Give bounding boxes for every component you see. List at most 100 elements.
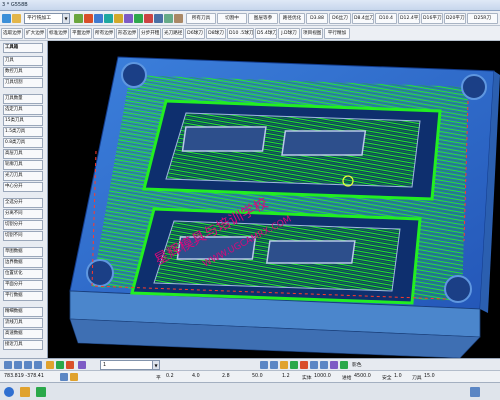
layer-icon[interactable] bbox=[94, 14, 103, 23]
stop-icon[interactable] bbox=[144, 14, 153, 23]
toolbox-item[interactable]: 草图数据 bbox=[3, 247, 43, 257]
boundary-button-1[interactable]: 选取边界 bbox=[1, 28, 23, 39]
tool-button-6[interactable]: D6丝刀 bbox=[329, 13, 351, 24]
front-view-icon[interactable] bbox=[4, 361, 12, 369]
param-value[interactable]: 4500.0 bbox=[354, 374, 371, 379]
simulate-icon[interactable] bbox=[340, 361, 348, 369]
tool-view-icon[interactable] bbox=[310, 361, 318, 369]
boundary-button-4[interactable]: 平面边界 bbox=[70, 28, 92, 39]
zoom-out-icon[interactable] bbox=[66, 361, 74, 369]
toolbox-item[interactable]: 全选分开 bbox=[3, 198, 43, 208]
toolbox-item[interactable]: 刀具 bbox=[3, 56, 43, 66]
shade-icon[interactable] bbox=[260, 361, 268, 369]
param-value[interactable]: 0.2 bbox=[166, 374, 174, 379]
fit-view-icon[interactable] bbox=[46, 361, 54, 369]
boundary-button-6[interactable]: 形态边界 bbox=[116, 28, 138, 39]
tool-button-2[interactable]: 切割中 bbox=[217, 13, 247, 24]
toolbox-item[interactable]: 高速数据 bbox=[3, 329, 43, 339]
boundary-button-2[interactable]: 扩大边界 bbox=[24, 28, 46, 39]
param-value[interactable]: 1.0 bbox=[394, 374, 402, 379]
view-icon[interactable] bbox=[164, 14, 173, 23]
side-view-icon[interactable] bbox=[24, 361, 32, 369]
project-view-button[interactable]: 项目视图 bbox=[301, 28, 323, 39]
toolbox-item[interactable]: 边界数据 bbox=[3, 258, 43, 268]
toolbox-item[interactable]: 分离不同 bbox=[3, 209, 43, 219]
toolbox-item[interactable]: 精细数据 bbox=[3, 307, 43, 317]
tray-icon[interactable] bbox=[470, 387, 480, 397]
toolbox-item[interactable]: 15类刀具 bbox=[3, 116, 43, 126]
rotate-icon[interactable] bbox=[104, 14, 113, 23]
tool-button-1[interactable]: 所有刀具 bbox=[186, 13, 216, 24]
ball-tool-button-5[interactable]: J.D球刀 bbox=[278, 28, 300, 39]
record-icon[interactable] bbox=[300, 361, 308, 369]
toolbox-item[interactable]: 光刀刀具 bbox=[3, 171, 43, 181]
param-value[interactable]: 4.0 bbox=[192, 374, 200, 379]
tool-button-11[interactable]: D20平刀 bbox=[444, 13, 466, 24]
wireframe-icon[interactable] bbox=[270, 361, 278, 369]
view-combo[interactable]: 1 ▼ bbox=[100, 360, 160, 370]
path-view-icon[interactable] bbox=[330, 361, 338, 369]
tool-button-10[interactable]: D16平刀 bbox=[421, 13, 443, 24]
parallel-finish-button[interactable]: 平行精加 bbox=[324, 28, 350, 39]
toolbox-item[interactable]: 1.5类刀具 bbox=[3, 127, 43, 137]
toolbox-item[interactable]: 切割分开 bbox=[3, 220, 43, 230]
folder-icon[interactable] bbox=[20, 387, 30, 397]
layer-combo[interactable]: 平行铣加工 ▼ bbox=[24, 13, 70, 24]
toolbox-item[interactable]: 位置优化 bbox=[3, 269, 43, 279]
boundary-button-3[interactable]: 标准边界 bbox=[47, 28, 69, 39]
toolbox-item[interactable]: 刀具切割 bbox=[3, 78, 43, 88]
zoom-icon[interactable] bbox=[124, 14, 133, 23]
param-value[interactable]: 15.0 bbox=[424, 374, 435, 379]
boundary-button-5[interactable]: 所有边界 bbox=[93, 28, 115, 39]
zoom-in-icon[interactable] bbox=[56, 361, 64, 369]
light-icon[interactable] bbox=[280, 361, 288, 369]
tool-button-5[interactable]: D3.88 bbox=[306, 13, 328, 24]
toolbox-item[interactable]: 流线刀具 bbox=[3, 318, 43, 328]
select-icon[interactable] bbox=[74, 14, 83, 23]
grid-icon[interactable] bbox=[70, 373, 78, 381]
start-icon[interactable] bbox=[4, 387, 14, 397]
param-value[interactable]: 50.0 bbox=[252, 374, 263, 379]
tool-button-9[interactable]: D12.4平刀 bbox=[398, 13, 420, 24]
tool-button-4[interactable]: 路径优化 bbox=[279, 13, 305, 24]
ball-tool-button-2[interactable]: D8球刀 bbox=[206, 28, 226, 39]
tool-button-7[interactable]: D8.4丝刀 bbox=[352, 13, 374, 24]
settings-icon[interactable] bbox=[154, 14, 163, 23]
boundary-button-8[interactable]: 光刀路径 bbox=[162, 28, 184, 39]
new-file-icon[interactable] bbox=[2, 14, 11, 23]
toolbox-item[interactable]: 高层刀具 bbox=[3, 149, 43, 159]
toolbox-item[interactable]: 接近刀具 bbox=[3, 340, 43, 350]
snap-icon[interactable] bbox=[60, 373, 68, 381]
tool-button-3[interactable]: 图层等参 bbox=[248, 13, 278, 24]
param-value[interactable]: 1.2 bbox=[282, 374, 290, 379]
app-icon[interactable] bbox=[36, 387, 46, 397]
toolbox-item[interactable]: 轮廓刀具 bbox=[3, 160, 43, 170]
ball-tool-button-3[interactable]: D10 .5球刀 bbox=[227, 28, 254, 39]
verify-icon[interactable] bbox=[134, 14, 143, 23]
section-icon[interactable] bbox=[290, 361, 298, 369]
toolbox-item[interactable]: 中心分开 bbox=[3, 182, 43, 192]
toolbox-item[interactable]: 平行数据 bbox=[3, 291, 43, 301]
tool-button-12[interactable]: D25R刀 bbox=[467, 13, 498, 24]
tool-button-8[interactable]: D10.4 bbox=[375, 13, 397, 24]
export-icon[interactable] bbox=[174, 14, 183, 23]
toolbox-item[interactable]: 数控刀具 bbox=[3, 67, 43, 77]
toolbox-item[interactable]: 平面分开 bbox=[3, 280, 43, 290]
delete-icon[interactable] bbox=[84, 14, 93, 23]
boundary-button-7[interactable]: 分步开粗 bbox=[139, 28, 161, 39]
open-folder-icon[interactable] bbox=[12, 14, 21, 23]
param-value[interactable]: 1000.0 bbox=[314, 374, 331, 379]
toolbox-item[interactable]: 选定刀具 bbox=[3, 105, 43, 115]
stock-view-icon[interactable] bbox=[320, 361, 328, 369]
ball-tool-button-1[interactable]: D6球刀 bbox=[185, 28, 205, 39]
ball-tool-button-4[interactable]: D5.4球刀 bbox=[255, 28, 277, 39]
toolbox-item[interactable]: 刀具数量 bbox=[3, 94, 43, 104]
toolbox-item[interactable]: 切割不同 bbox=[3, 231, 43, 241]
top-view-icon[interactable] bbox=[14, 361, 22, 369]
3d-viewport[interactable]: 星辉模具与培训学校 WWW.UGCAMRX.COM bbox=[48, 41, 500, 358]
param-value[interactable]: 2.8 bbox=[222, 374, 230, 379]
rotate-view-icon[interactable] bbox=[78, 361, 86, 369]
iso-view-icon[interactable] bbox=[34, 361, 42, 369]
toolbox-item[interactable]: 0.8类刀具 bbox=[3, 138, 43, 148]
measure-icon[interactable] bbox=[114, 14, 123, 23]
